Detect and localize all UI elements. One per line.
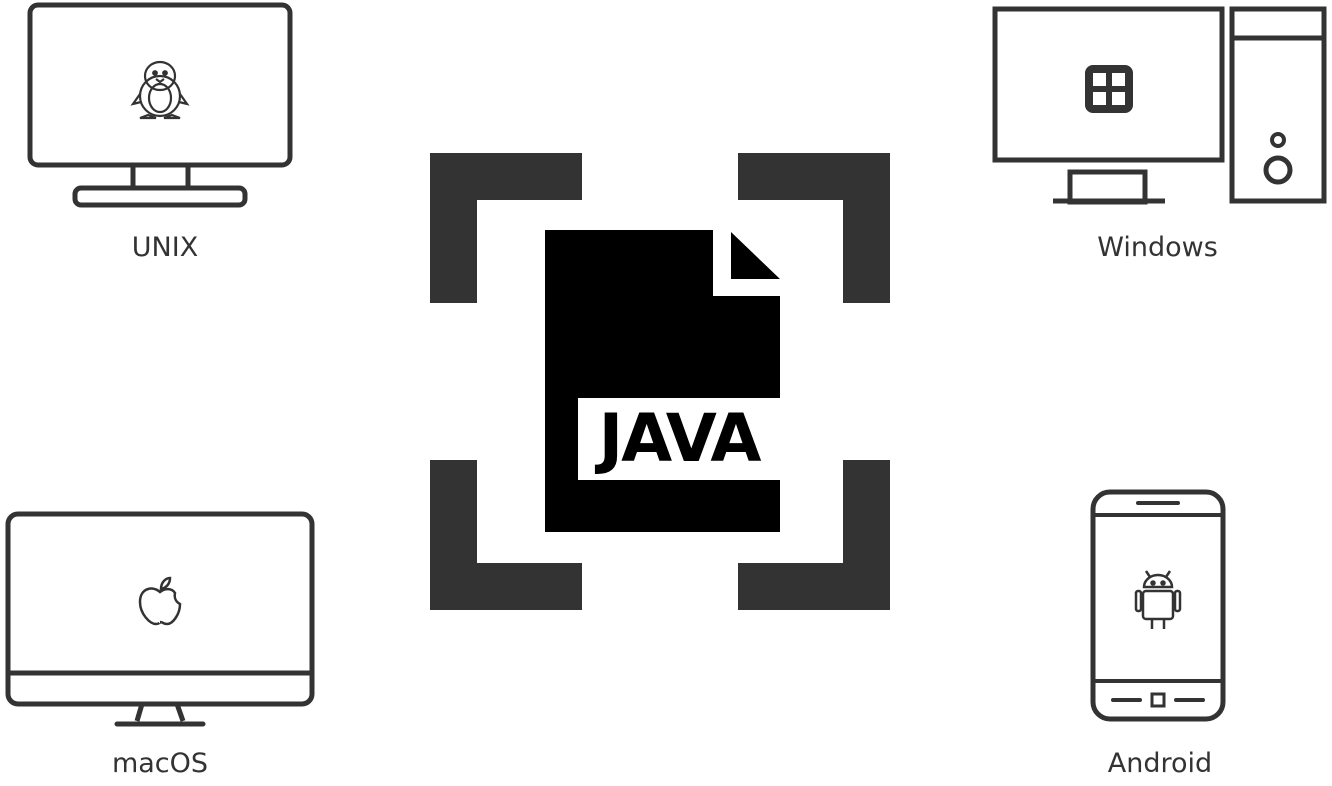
macos-platform: macOS: [0, 505, 320, 785]
android-platform: Android: [1085, 485, 1235, 785]
file-fold: [731, 232, 780, 279]
apple-logo-icon: [138, 576, 182, 626]
bracket-top-right: [738, 153, 890, 303]
android-robot-icon: [1134, 570, 1182, 629]
unix-platform: UNIX: [20, 0, 310, 265]
java-file-icon: [430, 153, 890, 610]
windows-logo-icon: [1085, 65, 1133, 113]
windows-platform: Windows: [985, 0, 1330, 265]
windows-label: Windows: [1097, 232, 1218, 263]
desktop-computer-icon: [992, 6, 1327, 205]
smartphone-icon: [1090, 489, 1226, 722]
java-file-label: JAVA: [598, 400, 762, 477]
imac-icon: [5, 511, 315, 727]
desktop-monitor-icon: [27, 2, 293, 208]
unix-label: UNIX: [131, 232, 199, 263]
penguin-icon: [130, 60, 190, 120]
macos-label: macOS: [111, 748, 209, 779]
java-file-diagram: JAVA: [425, 148, 895, 618]
android-label: Android: [1107, 748, 1213, 779]
